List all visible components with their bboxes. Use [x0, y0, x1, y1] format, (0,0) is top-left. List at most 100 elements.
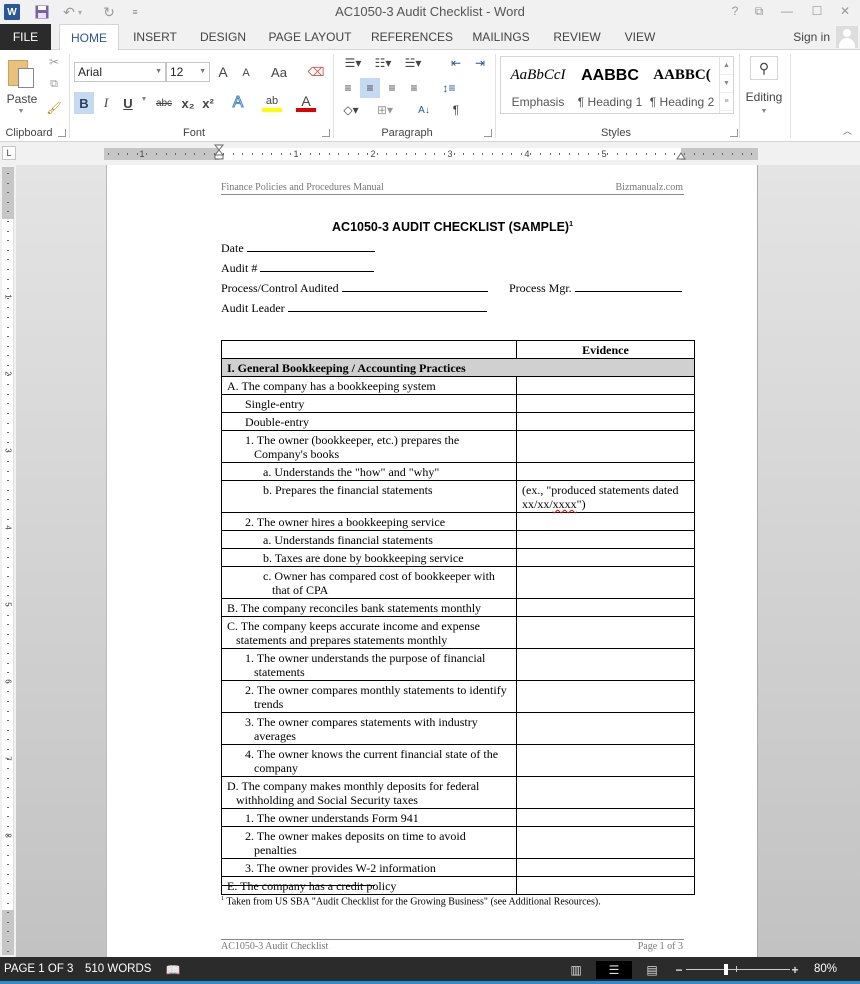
- process-control-blank[interactable]: [341, 280, 488, 292]
- date-blank[interactable]: [246, 240, 375, 252]
- maximize-icon[interactable]: ☐: [806, 2, 828, 20]
- read-mode-icon[interactable]: ▥: [566, 961, 586, 979]
- footnote-reference[interactable]: 1: [569, 221, 573, 228]
- multilevel-list-icon[interactable]: ☱▾: [400, 54, 426, 72]
- highlight-button[interactable]: ab: [262, 94, 282, 112]
- change-case-button[interactable]: Aa: [264, 62, 294, 82]
- evidence-cell[interactable]: (ex., "produced statements dated xx/xx/x…: [516, 480, 695, 513]
- tab-review[interactable]: REVIEW: [548, 24, 606, 50]
- format-painter-icon[interactable]: 🖌: [46, 100, 62, 116]
- underline-dropdown-icon[interactable]: ▼: [140, 96, 148, 103]
- checklist-item-cell[interactable]: 3. The owner provides W-2 information: [221, 858, 517, 877]
- zoom-slider[interactable]: [686, 969, 790, 970]
- document-page[interactable]: Finance Policies and Procedures Manual B…: [106, 165, 758, 957]
- checklist-item-cell[interactable]: 1. The owner (bookkeeper, etc.) prepares…: [221, 430, 517, 463]
- checklist-item-cell[interactable]: A. The company has a bookkeeping system: [221, 376, 517, 395]
- checklist-item-cell[interactable]: b. Taxes are done by bookkeeping service: [221, 548, 517, 567]
- audit-number-blank[interactable]: [260, 260, 375, 272]
- justify-icon[interactable]: ≡: [404, 78, 424, 98]
- align-right-icon[interactable]: ≡: [382, 78, 402, 98]
- line-spacing-icon[interactable]: ↕≡: [436, 78, 462, 98]
- checklist-item-cell[interactable]: Single-entry: [221, 394, 517, 413]
- evidence-cell[interactable]: [516, 826, 695, 859]
- align-center-icon[interactable]: ≡: [360, 78, 380, 98]
- more-styles-icon[interactable]: ≡: [720, 93, 733, 111]
- evidence-cell[interactable]: [516, 530, 695, 549]
- tab-view[interactable]: VIEW: [616, 24, 664, 50]
- shading-icon[interactable]: ◇▾: [338, 100, 364, 120]
- paste-dropdown-icon[interactable]: ▼: [16, 108, 26, 115]
- evidence-cell[interactable]: [516, 462, 695, 481]
- evidence-cell[interactable]: [516, 744, 695, 777]
- user-avatar-icon[interactable]: [836, 26, 858, 48]
- strikethrough-button[interactable]: abc: [152, 92, 176, 114]
- audit-leader-field[interactable]: Audit Leader: [221, 300, 487, 316]
- process-control-field[interactable]: Process/Control Audited: [221, 280, 488, 296]
- zoom-slider-thumb[interactable]: [724, 964, 728, 975]
- editing-button[interactable]: ⚲ Editing ▼: [744, 56, 784, 130]
- style-heading-1[interactable]: AABBC ¶ Heading 1: [575, 57, 645, 113]
- sort-icon[interactable]: A↓: [414, 100, 434, 120]
- style-emphasis[interactable]: AaBbCcI Emphasis: [503, 57, 573, 113]
- styles-launcher-icon[interactable]: [730, 129, 738, 137]
- tab-home[interactable]: HOME: [59, 24, 119, 51]
- scroll-down-icon[interactable]: ▼: [720, 75, 733, 93]
- checklist-item-cell[interactable]: c. Owner has compared cost of bookkeeper…: [221, 566, 517, 599]
- style-heading-2[interactable]: AABBC( ¶ Heading 2: [647, 57, 717, 113]
- audit-leader-blank[interactable]: [287, 300, 487, 312]
- text-effects-button[interactable]: A: [228, 92, 248, 114]
- font-launcher-icon[interactable]: [322, 129, 330, 137]
- align-left-icon[interactable]: ≡: [338, 78, 358, 98]
- subscript-button[interactable]: x₂: [178, 92, 198, 114]
- bold-button[interactable]: B: [74, 92, 94, 114]
- evidence-cell[interactable]: [516, 430, 695, 463]
- checklist-item-cell[interactable]: 2. The owner compares monthly statements…: [221, 680, 517, 713]
- clipboard-launcher-icon[interactable]: [58, 129, 66, 137]
- evidence-cell[interactable]: [516, 376, 695, 395]
- checklist-item-cell[interactable]: D. The company makes monthly deposits fo…: [221, 776, 517, 809]
- checklist-item-cell[interactable]: b. Prepares the financial statements: [221, 480, 517, 513]
- tab-references[interactable]: REFERENCES: [368, 24, 456, 50]
- evidence-cell[interactable]: [516, 412, 695, 431]
- evidence-cell[interactable]: [516, 394, 695, 413]
- evidence-cell[interactable]: [516, 548, 695, 567]
- clear-formatting-icon[interactable]: ⌫: [306, 62, 326, 82]
- superscript-button[interactable]: x²: [198, 92, 218, 114]
- web-layout-icon[interactable]: ▤: [642, 961, 662, 979]
- evidence-cell[interactable]: [516, 616, 695, 649]
- paste-button[interactable]: Paste: [4, 92, 40, 106]
- audit-number-field[interactable]: Audit #: [221, 260, 375, 276]
- font-name-input[interactable]: Arial ▼: [74, 62, 166, 82]
- font-color-button[interactable]: A: [296, 93, 316, 112]
- evidence-cell[interactable]: [516, 566, 695, 599]
- tab-insert[interactable]: INSERT: [126, 24, 184, 50]
- checklist-item-cell[interactable]: 1. The owner understands the purpose of …: [221, 648, 517, 681]
- indent-marker-icon[interactable]: [214, 144, 224, 160]
- borders-icon[interactable]: ⊞▾: [372, 100, 398, 120]
- italic-button[interactable]: I: [96, 92, 116, 114]
- evidence-cell[interactable]: [516, 808, 695, 827]
- evidence-cell[interactable]: [516, 648, 695, 681]
- bullets-icon[interactable]: ☰▾: [340, 54, 366, 72]
- checklist-item-cell[interactable]: a. Understands the "how" and "why": [221, 462, 517, 481]
- styles-scroll[interactable]: ▲ ▼ ≡: [719, 57, 733, 113]
- checklist-item-cell[interactable]: 1. The owner understands Form 941: [221, 808, 517, 827]
- shrink-font-button[interactable]: A: [238, 64, 254, 82]
- zoom-out-icon[interactable]: −: [674, 961, 684, 979]
- tab-mailings[interactable]: MAILINGS: [464, 24, 538, 50]
- decrease-indent-icon[interactable]: ⇤: [446, 54, 466, 72]
- spelling-error-mark[interactable]: xxxx: [553, 497, 577, 511]
- underline-button[interactable]: U: [118, 92, 138, 114]
- process-mgr-field[interactable]: Process Mgr.: [509, 280, 682, 296]
- vertical-ruler[interactable]: 1 2 3 4 5 6 7 8: [2, 167, 14, 955]
- sign-in-link[interactable]: Sign in: [793, 24, 830, 50]
- word-count[interactable]: 510 WORDS: [85, 963, 151, 975]
- checklist-item-cell[interactable]: B. The company reconciles bank statement…: [221, 598, 517, 617]
- help-icon[interactable]: ?: [724, 2, 746, 20]
- close-icon[interactable]: ✕: [834, 2, 856, 20]
- chevron-down-icon[interactable]: ▼: [155, 63, 162, 81]
- proofing-error-icon[interactable]: 📖: [164, 961, 182, 979]
- checklist-item-cell[interactable]: 2. The owner makes deposits on time to a…: [221, 826, 517, 859]
- table-header-cell[interactable]: [221, 340, 517, 359]
- date-field[interactable]: Date: [221, 240, 375, 256]
